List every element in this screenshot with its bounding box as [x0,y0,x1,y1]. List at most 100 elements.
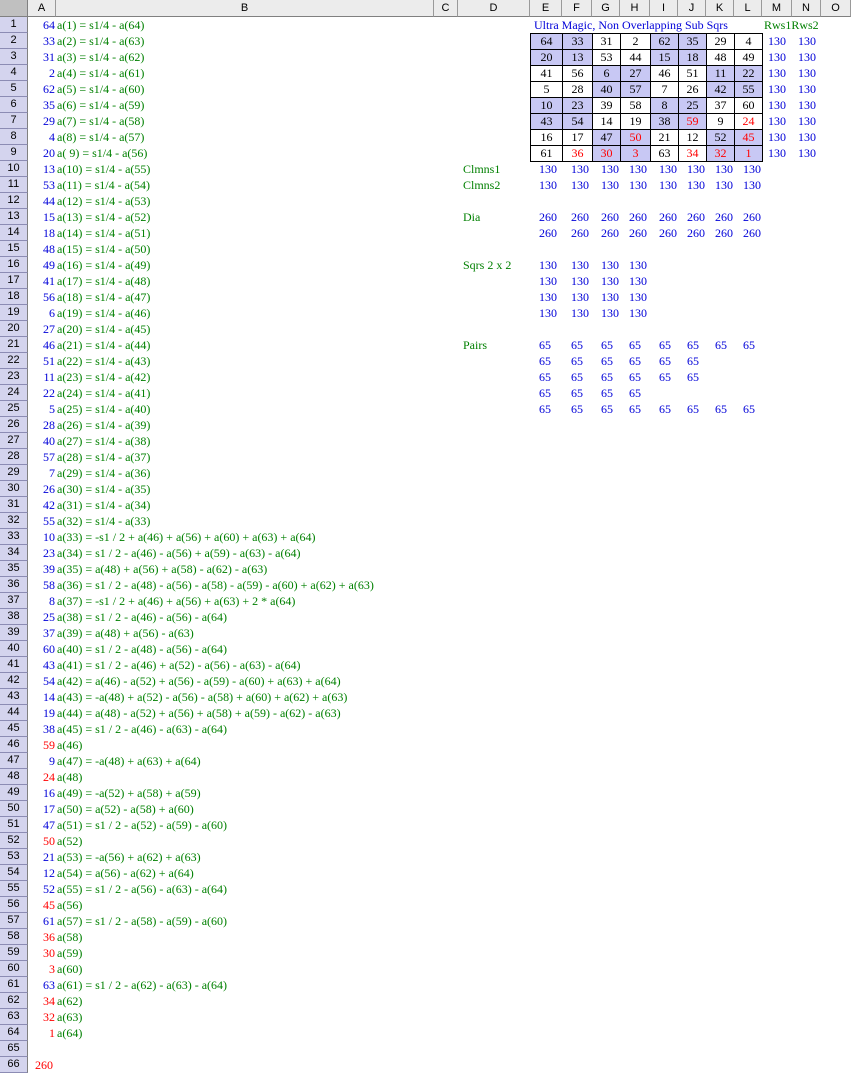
subsquare-sum-cell[interactable]: 130 [571,289,589,305]
magic-square-cell[interactable]: 14 [592,113,620,129]
cell-a20[interactable]: 27 [28,321,55,337]
magic-square-cell[interactable]: 23 [562,97,592,113]
cell-b48[interactable]: a(48) [57,769,82,785]
cell-b50[interactable]: a(50) = a(52) - a(58) + a(60) [57,801,194,817]
row-header-61[interactable]: 61 [0,977,28,993]
magic-square-cell[interactable]: 28 [562,81,592,97]
cell-b51[interactable]: a(51) = s1 / 2 - a(52) - a(59) - a(60) [57,817,227,833]
magic-square-cell[interactable]: 10 [530,97,562,113]
row-sum-cell[interactable]: 130 [798,65,816,81]
row-header-8[interactable]: 8 [0,129,28,145]
diagonal-sum-cell[interactable]: 260 [571,225,589,241]
row-header-32[interactable]: 32 [0,513,28,529]
cell-b3[interactable]: a(3) = s1/4 - a(62) [57,49,144,65]
magic-square-cell[interactable]: 33 [562,33,592,49]
cell-b45[interactable]: a(45) = s1 / 2 - a(46) - a(63) - a(64) [57,721,227,737]
cell-b39[interactable]: a(39) = a(48) + a(56) - a(63) [57,625,194,641]
magic-square-cell[interactable]: 41 [530,65,562,81]
pair-sum-cell[interactable]: 65 [715,337,727,353]
row-sum-cell[interactable]: 130 [798,129,816,145]
magic-square-cell[interactable]: 8 [650,97,678,113]
column-sum-cell[interactable]: 130 [687,177,705,193]
pair-sum-cell[interactable]: 65 [601,385,613,401]
magic-square-cell[interactable]: 53 [592,49,620,65]
diagonal-sum-cell[interactable]: 260 [715,225,733,241]
cell-a23[interactable]: 11 [28,369,55,385]
magic-square-cell[interactable]: 3 [620,145,650,161]
row-sum-cell[interactable]: 130 [798,145,816,161]
row-header-51[interactable]: 51 [0,817,28,833]
subsquare-sum-cell[interactable]: 130 [629,289,647,305]
cell-b15[interactable]: a(15) = s1/4 - a(50) [57,241,150,257]
row-header-44[interactable]: 44 [0,705,28,721]
cell-b56[interactable]: a(56) [57,897,82,913]
row-header-37[interactable]: 37 [0,593,28,609]
cell-a37[interactable]: 8 [28,593,55,609]
cell-a60[interactable]: 3 [28,961,55,977]
pair-sum-cell[interactable]: 65 [743,337,755,353]
column-header-m[interactable]: M [762,0,792,17]
cell-b49[interactable]: a(49) = -a(52) + a(58) + a(59) [57,785,201,801]
magic-square-cell[interactable]: 32 [706,145,734,161]
diagonal-sum-cell[interactable]: 260 [687,209,705,225]
magic-square-cell[interactable]: 57 [620,81,650,97]
cell-a56[interactable]: 45 [28,897,55,913]
diagonal-sum-cell[interactable]: 260 [629,209,647,225]
row-header-49[interactable]: 49 [0,785,28,801]
cell-b58[interactable]: a(58) [57,929,82,945]
cell-b4[interactable]: a(4) = s1/4 - a(61) [57,65,144,81]
row-header-28[interactable]: 28 [0,449,28,465]
row-sum-cell[interactable]: 130 [798,97,816,113]
pair-sum-cell[interactable]: 65 [659,369,671,385]
magic-square-cell[interactable]: 1 [734,145,762,161]
row-header-3[interactable]: 3 [0,49,28,65]
pair-sum-cell[interactable]: 65 [539,353,551,369]
diagonal-sum-cell[interactable]: 260 [601,209,619,225]
cell-a53[interactable]: 21 [28,849,55,865]
cell-a48[interactable]: 24 [28,769,55,785]
pair-sum-cell[interactable]: 65 [539,337,551,353]
cell-b54[interactable]: a(54) = a(56) - a(62) + a(64) [57,865,194,881]
cell-a24[interactable]: 22 [28,385,55,401]
cell-b38[interactable]: a(38) = s1 / 2 - a(46) - a(56) - a(64) [57,609,227,625]
cell-b10[interactable]: a(10) = s1/4 - a(55) [57,161,150,177]
diagonal-sum-cell[interactable]: 260 [687,225,705,241]
row-sum-cell[interactable]: 130 [798,81,816,97]
row-header-59[interactable]: 59 [0,945,28,961]
cell-b62[interactable]: a(62) [57,993,82,1009]
subsquare-sum-cell[interactable]: 130 [601,257,619,273]
row-header-18[interactable]: 18 [0,289,28,305]
cell-b61[interactable]: a(61) = s1 / 2 - a(62) - a(63) - a(64) [57,977,227,993]
cell-a26[interactable]: 28 [28,417,55,433]
pair-sum-cell[interactable]: 65 [659,337,671,353]
column-sum-cell[interactable]: 130 [601,177,619,193]
cell-a50[interactable]: 17 [28,801,55,817]
diagonal-sum-cell[interactable]: 260 [571,209,589,225]
column-sum-cell[interactable]: 130 [659,161,677,177]
pair-sum-cell[interactable]: 65 [601,337,613,353]
label-pairs[interactable]: Pairs [463,337,487,353]
cell-a27[interactable]: 40 [28,433,55,449]
diagonal-sum-cell[interactable]: 260 [743,225,761,241]
cell-b63[interactable]: a(63) [57,1009,82,1025]
cell-b47[interactable]: a(47) = -a(48) + a(63) + a(64) [57,753,201,769]
column-sum-cell[interactable]: 130 [659,177,677,193]
subsquare-sum-cell[interactable]: 130 [601,305,619,321]
cell-b18[interactable]: a(18) = s1/4 - a(47) [57,289,150,305]
cell-a2[interactable]: 33 [28,33,55,49]
cell-b37[interactable]: a(37) = -s1 / 2 + a(46) + a(56) + a(63) … [57,593,295,609]
cell-b28[interactable]: a(28) = s1/4 - a(37) [57,449,150,465]
row-header-14[interactable]: 14 [0,225,28,241]
column-sum-cell[interactable]: 130 [601,161,619,177]
row-header-20[interactable]: 20 [0,321,28,337]
cell-a40[interactable]: 60 [28,641,55,657]
cell-a62[interactable]: 34 [28,993,55,1009]
magic-square-cell[interactable]: 60 [734,97,762,113]
cell-a43[interactable]: 14 [28,689,55,705]
row-header-39[interactable]: 39 [0,625,28,641]
column-header-i[interactable]: I [650,0,678,17]
row-header-17[interactable]: 17 [0,273,28,289]
magic-square-cell[interactable]: 55 [734,81,762,97]
column-sum-cell[interactable]: 130 [629,177,647,193]
pair-sum-cell[interactable]: 65 [629,401,641,417]
